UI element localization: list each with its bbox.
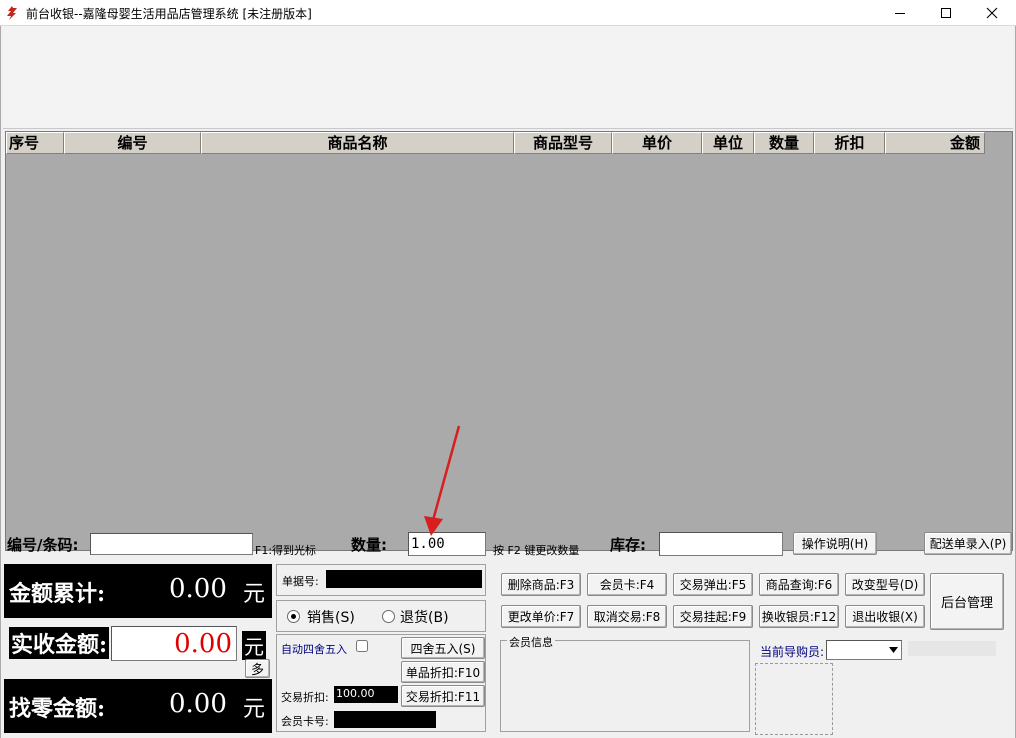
change-unit: 元 (243, 697, 266, 722)
backend-management-button[interactable]: 后台管理 (930, 573, 1004, 630)
minimize-button[interactable] (877, 0, 923, 26)
received-unit: 元 (242, 631, 266, 660)
sum-unit: 元 (243, 582, 266, 607)
status-strip (908, 641, 996, 656)
trade-discount-label: 交易折扣: (281, 691, 329, 704)
auto-round-checkbox[interactable] (356, 640, 368, 652)
code-label: 编号/条码: (7, 536, 79, 554)
window-title: 前台收银--嘉隆母婴生活用品店管理系统 [未注册版本] (26, 7, 312, 21)
pos-window: 序号 编号 商品名称 商品型号 单价 单位 数量 折扣 金额 编号/条码: F1… (0, 26, 1016, 738)
multi-payment-button[interactable]: 多 (245, 659, 270, 678)
close-icon (986, 7, 998, 19)
grid-header: 序号 编号 商品名称 商品型号 单价 单位 数量 折扣 金额 (6, 132, 985, 154)
top-banner-area (3, 26, 1013, 129)
return-radio[interactable] (382, 610, 395, 623)
member-card-value (334, 711, 436, 728)
member-info-label: 会员信息 (507, 634, 555, 650)
col-header-price[interactable]: 单价 (612, 132, 702, 154)
delete-item-button[interactable]: 删除商品:F3 (501, 573, 581, 596)
f1-hint: F1:得到光标 (255, 544, 317, 557)
col-header-index[interactable]: 序号 (6, 132, 64, 154)
col-header-model[interactable]: 商品型号 (514, 132, 612, 154)
member-info-panel (500, 640, 750, 732)
member-card-button[interactable]: 会员卡:F4 (587, 573, 667, 596)
annotation-arrow-icon (424, 425, 461, 536)
help-button[interactable]: 操作说明(H) (793, 532, 877, 555)
col-header-code[interactable]: 编号 (64, 132, 201, 154)
product-query-button[interactable]: 商品查询:F6 (759, 573, 839, 596)
exit-cashier-button[interactable]: 退出收银(X) (845, 605, 925, 628)
change-price-button[interactable]: 更改单价:F7 (501, 605, 581, 628)
sum-value: 0.00 (169, 574, 227, 604)
change-model-button[interactable]: 改变型号(D) (845, 573, 925, 596)
stock-input[interactable] (659, 532, 783, 556)
col-header-amount[interactable]: 金额 (885, 132, 985, 154)
product-grid[interactable]: 序号 编号 商品名称 商品型号 单价 单位 数量 折扣 金额 (5, 131, 1013, 551)
change-label: 找零金额: (9, 696, 106, 722)
stock-label: 库存: (610, 536, 646, 554)
change-value: 0.00 (169, 689, 227, 719)
member-card-label: 会员卡号: (281, 715, 329, 728)
sale-label: 销售(S) (307, 610, 355, 626)
delivery-entry-button[interactable]: 配送单录入(P) (924, 532, 1012, 555)
col-header-name[interactable]: 商品名称 (201, 132, 514, 154)
f2-hint: 按 F2 键更改数量 (493, 544, 580, 557)
doc-no-value (326, 570, 482, 588)
col-header-unit[interactable]: 单位 (702, 132, 754, 154)
minimize-icon (895, 13, 905, 14)
qty-label: 数量: (351, 536, 387, 554)
received-label: 实收金额: (9, 627, 110, 659)
chevron-down-icon (889, 647, 898, 653)
title-bar: 前台收银--嘉隆母婴生活用品店管理系统 [未注册版本] (0, 0, 1016, 26)
item-discount-button[interactable]: 单品折扣:F10 (401, 661, 485, 683)
photo-placeholder (755, 663, 833, 735)
auto-round-label: 自动四舍五入 (281, 643, 347, 656)
app-icon (7, 6, 17, 20)
close-button[interactable] (969, 0, 1015, 26)
trade-discount-button[interactable]: 交易折扣:F11 (401, 685, 485, 707)
sum-label: 金额累计: (9, 581, 106, 607)
return-label: 退货(B) (400, 610, 449, 626)
col-header-discount[interactable]: 折扣 (814, 132, 885, 154)
col-header-qty[interactable]: 数量 (754, 132, 814, 154)
maximize-button[interactable] (923, 0, 969, 26)
suspend-trade-button[interactable]: 交易挂起:F9 (673, 605, 753, 628)
received-input[interactable] (111, 626, 237, 661)
maximize-icon (941, 8, 951, 18)
cancel-trade-button[interactable]: 取消交易:F8 (587, 605, 667, 628)
trade-popup-button[interactable]: 交易弹出:F5 (673, 573, 753, 596)
doc-no-label: 单据号: (282, 575, 319, 588)
guide-select[interactable] (826, 640, 902, 660)
switch-cashier-button[interactable]: 换收银员:F12 (759, 605, 839, 628)
sale-radio[interactable] (287, 610, 300, 623)
code-input[interactable] (90, 533, 253, 555)
round-button[interactable]: 四舍五入(S) (401, 637, 485, 659)
guide-label: 当前导购员: (760, 645, 825, 659)
trade-discount-value: 100.00 (334, 686, 398, 703)
